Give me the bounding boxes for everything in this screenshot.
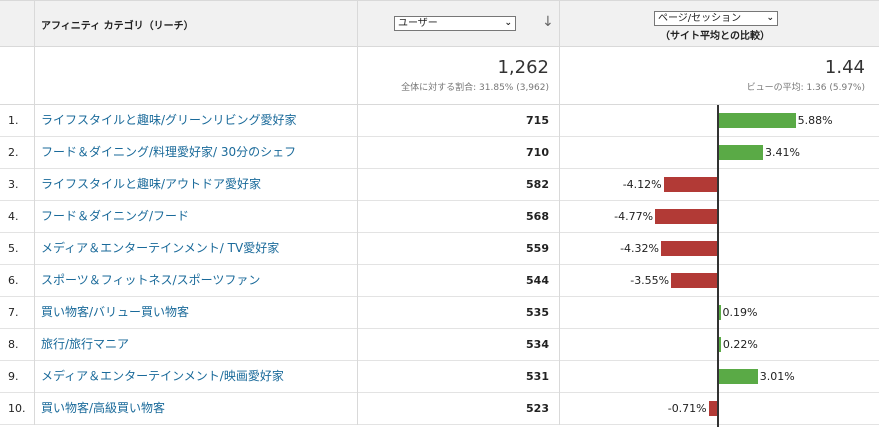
- users-value: 535: [358, 297, 560, 329]
- comparison-label: （サイト平均との比較）: [660, 31, 770, 42]
- totals-index-cell: [0, 47, 35, 105]
- header-dimension-cell[interactable]: アフィニティ カテゴリ（リーチ）: [35, 1, 358, 47]
- users-value: 715: [358, 105, 560, 137]
- positive-comparison-bar: [718, 369, 758, 384]
- users-value: 534: [358, 329, 560, 361]
- users-metric-select-value: ユーザー: [398, 18, 438, 29]
- row-index: 10.: [0, 393, 35, 425]
- affinity-category-link[interactable]: フード＆ダイニング/料理愛好家/ 30分のシェフ: [35, 137, 358, 169]
- affinity-category-link[interactable]: 買い物客/バリュー買い物客: [35, 297, 358, 329]
- header-comparison-cell: ページ/セッション ⌄ （サイト平均との比較）: [560, 1, 879, 47]
- affinity-category-link[interactable]: 旅行/旅行マニア: [35, 329, 358, 361]
- chevron-down-icon: ⌄: [766, 13, 774, 23]
- affinity-category-link[interactable]: ライフスタイルと趣味/グリーンリビング愛好家: [35, 105, 358, 137]
- table-header: アフィニティ カテゴリ（リーチ） ユーザー ⌄ ↓ ページ/セッション ⌄ （サ…: [0, 1, 879, 47]
- users-value: 544: [358, 265, 560, 297]
- comparison-bar-cell: -4.32%: [560, 233, 879, 265]
- comparison-bar-cell: 0.22%: [560, 329, 879, 361]
- affinity-category-link[interactable]: メディア＆エンターテインメント/映画愛好家: [35, 361, 358, 393]
- comparison-percent-label: 0.22%: [722, 338, 758, 351]
- comparison-percent-label: -4.77%: [614, 210, 654, 223]
- users-value: 523: [358, 393, 560, 425]
- table-row: 3. ライフスタイルと趣味/アウトドア愛好家 582 -4.12%: [0, 169, 879, 201]
- comparison-bar-cell: 5.88%: [560, 105, 879, 137]
- row-index: 9.: [0, 361, 35, 393]
- comparison-metric-select-value: ページ/セッション: [658, 13, 742, 24]
- comparison-bar-cell: 3.41%: [560, 137, 879, 169]
- total-users-share: 全体に対する割合: 31.85% (3,962): [401, 83, 549, 93]
- comparison-bar-cell: 3.01%: [560, 361, 879, 393]
- comparison-percent-label: 0.19%: [722, 306, 758, 319]
- row-index: 7.: [0, 297, 35, 329]
- users-value: 559: [358, 233, 560, 265]
- negative-comparison-bar: [655, 209, 718, 224]
- users-metric-select[interactable]: ユーザー ⌄: [394, 16, 516, 31]
- comparison-bar-cell: -4.12%: [560, 169, 879, 201]
- view-average: ビューの平均: 1.36 (5.97%): [746, 83, 865, 93]
- row-index: 1.: [0, 105, 35, 137]
- totals-dimension-cell: [35, 47, 358, 105]
- comparison-bar-cell: -3.55%: [560, 265, 879, 297]
- comparison-percent-label: 5.88%: [797, 114, 833, 127]
- header-index-cell: [0, 1, 35, 47]
- totals-metric-cell: 1.44 ビューの平均: 1.36 (5.97%): [560, 47, 879, 105]
- negative-comparison-bar: [671, 273, 718, 288]
- total-users-value: 1,262: [497, 57, 549, 78]
- row-index: 2.: [0, 137, 35, 169]
- table-row: 4. フード＆ダイニング/フード 568 -4.77%: [0, 201, 879, 233]
- comparison-bar-cell: -0.71%: [560, 393, 879, 425]
- table-row: 9. メディア＆エンターテインメント/映画愛好家 531 3.01%: [0, 361, 879, 393]
- total-metric-value: 1.44: [824, 57, 865, 78]
- affinity-category-link[interactable]: スポーツ＆フィットネス/スポーツファン: [35, 265, 358, 297]
- row-index: 5.: [0, 233, 35, 265]
- dimension-column-label: アフィニティ カテゴリ（リーチ）: [41, 21, 194, 32]
- header-users-cell: ユーザー ⌄ ↓: [358, 1, 560, 47]
- row-index: 4.: [0, 201, 35, 233]
- sort-descending-icon[interactable]: ↓: [542, 14, 554, 30]
- row-index: 3.: [0, 169, 35, 201]
- table-row: 8. 旅行/旅行マニア 534 0.22%: [0, 329, 879, 361]
- users-value: 582: [358, 169, 560, 201]
- affinity-category-link[interactable]: メディア＆エンターテインメント/ TV愛好家: [35, 233, 358, 265]
- chevron-down-icon: ⌄: [504, 18, 512, 28]
- users-value: 531: [358, 361, 560, 393]
- comparison-percent-label: -4.12%: [622, 178, 662, 191]
- table-row: 5. メディア＆エンターテインメント/ TV愛好家 559 -4.32%: [0, 233, 879, 265]
- comparison-percent-label: 3.01%: [759, 370, 795, 383]
- users-value: 710: [358, 137, 560, 169]
- comparison-bar-cell: 0.19%: [560, 297, 879, 329]
- totals-row: 1,262 全体に対する割合: 31.85% (3,962) 1.44 ビューの…: [0, 47, 879, 105]
- table-row: 1. ライフスタイルと趣味/グリーンリビング愛好家 715 5.88%: [0, 105, 879, 137]
- table-row: 10. 買い物客/高級買い物客 523 -0.71%: [0, 393, 879, 425]
- comparison-percent-label: -0.71%: [667, 402, 707, 415]
- comparison-zero-axis: [717, 105, 719, 427]
- affinity-report-table: アフィニティ カテゴリ（リーチ） ユーザー ⌄ ↓ ページ/セッション ⌄ （サ…: [0, 0, 879, 427]
- comparison-bar-cell: -4.77%: [560, 201, 879, 233]
- users-value: 568: [358, 201, 560, 233]
- positive-comparison-bar: [718, 145, 763, 160]
- totals-users-cell: 1,262 全体に対する割合: 31.85% (3,962): [358, 47, 560, 105]
- table-row: 7. 買い物客/バリュー買い物客 535 0.19%: [0, 297, 879, 329]
- negative-comparison-bar: [663, 177, 718, 192]
- row-index: 8.: [0, 329, 35, 361]
- affinity-category-link[interactable]: 買い物客/高級買い物客: [35, 393, 358, 425]
- comparison-percent-label: -3.55%: [630, 274, 670, 287]
- table-row: 2. フード＆ダイニング/料理愛好家/ 30分のシェフ 710 3.41%: [0, 137, 879, 169]
- row-index: 6.: [0, 265, 35, 297]
- comparison-percent-label: -4.32%: [620, 242, 659, 255]
- affinity-category-link[interactable]: フード＆ダイニング/フード: [35, 201, 358, 233]
- table-row: 6. スポーツ＆フィットネス/スポーツファン 544 -3.55%: [0, 265, 879, 297]
- negative-comparison-bar: [660, 241, 718, 256]
- affinity-category-link[interactable]: ライフスタイルと趣味/アウトドア愛好家: [35, 169, 358, 201]
- positive-comparison-bar: [718, 113, 796, 128]
- comparison-metric-select[interactable]: ページ/セッション ⌄: [654, 11, 778, 26]
- comparison-percent-label: 3.41%: [765, 146, 800, 159]
